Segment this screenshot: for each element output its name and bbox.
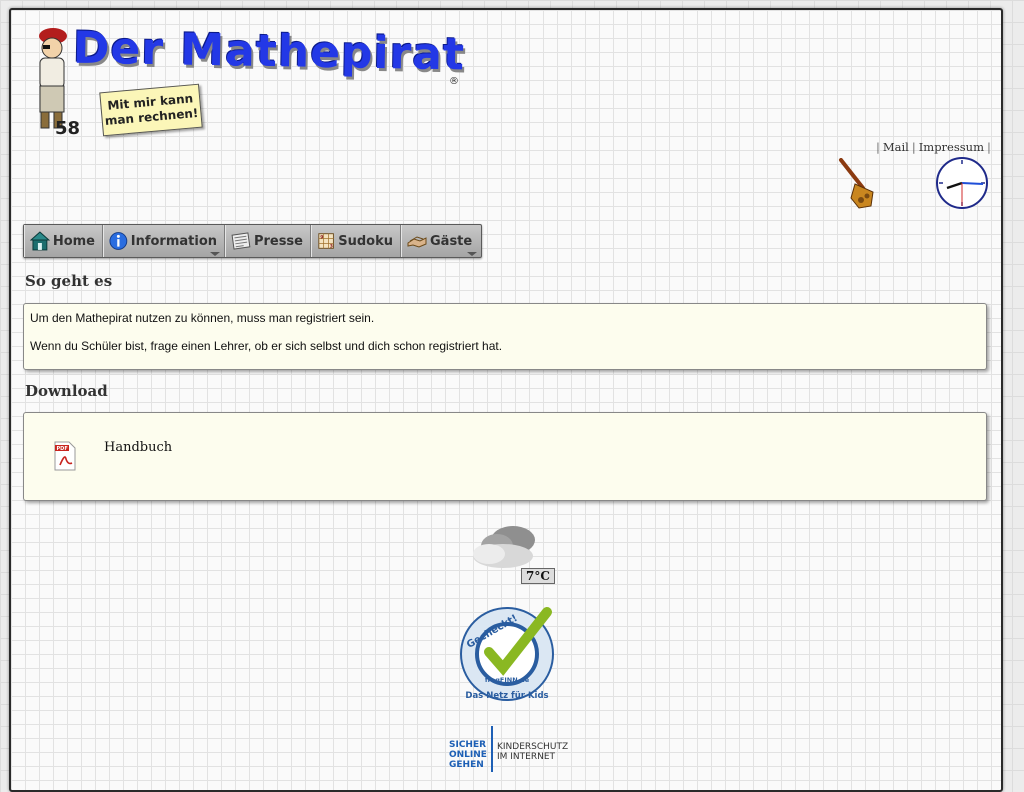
house-icon [30, 231, 50, 251]
page-frame: 58 Der Mathepirat ® Mit mir kann man rec… [9, 8, 1003, 792]
fragfinn-badge-icon[interactable]: fragFINN.de Gecheckt! Das Netz für Kids [455, 602, 561, 702]
impressum-link[interactable]: Impressum [919, 140, 984, 154]
clock-icon [936, 157, 988, 209]
nav-item-information[interactable]: Information [103, 225, 225, 257]
nav-item-presse[interactable]: Presse [225, 225, 311, 257]
sicher-online-logo[interactable]: SICHER ONLINE GEHEN [449, 740, 487, 770]
badge-bottom-label: Das Netz für Kids [465, 691, 548, 701]
link-separator: | [986, 140, 991, 154]
section-title-download: Download [25, 382, 108, 400]
kinder-line2: IM INTERNET [497, 752, 556, 762]
info-icon [109, 232, 128, 250]
kinderschutz-label: KINDERSCHUTZ IM INTERNET [497, 742, 568, 762]
nav-item-label: Home [52, 233, 95, 249]
mail-link[interactable]: Mail [883, 140, 909, 154]
guestbook-icon [407, 236, 427, 248]
sudoku-icon: 9 3 [318, 233, 334, 249]
nav-item-label: Information [130, 233, 217, 249]
pdf-icon[interactable]: PDF [52, 441, 78, 471]
sicher-line1: SICHER [449, 740, 487, 750]
svg-text:PDF: PDF [57, 446, 68, 452]
logo-registered-mark: ® [449, 76, 459, 87]
logo-title: Der Mathepirat [72, 22, 466, 81]
handbuch-link[interactable]: Handbuch [104, 440, 172, 455]
badge-center-label: fragFINN.de [485, 676, 530, 684]
info-paragraph: Um den Mathepirat nutzen zu können, muss… [30, 311, 375, 325]
logo-slogan-sign: Mit mir kann man rechnen! [99, 83, 203, 137]
sicher-divider [491, 726, 493, 772]
nav-item-label: Sudoku [338, 233, 393, 249]
info-paragraph: Wenn du Schüler bist, frage einen Lehrer… [30, 339, 503, 353]
link-separator: | [911, 140, 916, 154]
sicher-line2: ONLINE [449, 750, 487, 760]
svg-text:9: 9 [320, 234, 323, 240]
nav-item-home[interactable]: Home [24, 225, 103, 257]
kinder-line1: KINDERSCHUTZ [497, 742, 569, 752]
nav-item-label: Presse [253, 233, 303, 249]
newspaper-icon [231, 232, 251, 250]
nav-item-label: Gäste [430, 233, 473, 249]
nav-item-gaeste[interactable]: Gäste [401, 225, 481, 257]
main-nav: Home Information Presse 9 3 Sudoku Gäste [23, 224, 482, 258]
chevron-down-icon [210, 252, 220, 256]
link-separator: | [876, 140, 880, 154]
chevron-down-icon [467, 252, 477, 256]
svg-text:3: 3 [330, 243, 333, 249]
svg-text:58: 58 [55, 118, 80, 136]
sicher-line3: GEHEN [449, 760, 484, 770]
weather-temperature: 7°C [521, 568, 555, 584]
section-title-so-geht-es: So geht es [25, 272, 113, 290]
download-box: PDF Handbuch [23, 412, 987, 501]
broom-icon[interactable] [837, 158, 879, 210]
info-box: Um den Mathepirat nutzen zu können, muss… [23, 303, 987, 370]
nav-item-sudoku[interactable]: 9 3 Sudoku [311, 225, 401, 257]
top-links: | Mail | Impressum | [873, 140, 994, 154]
